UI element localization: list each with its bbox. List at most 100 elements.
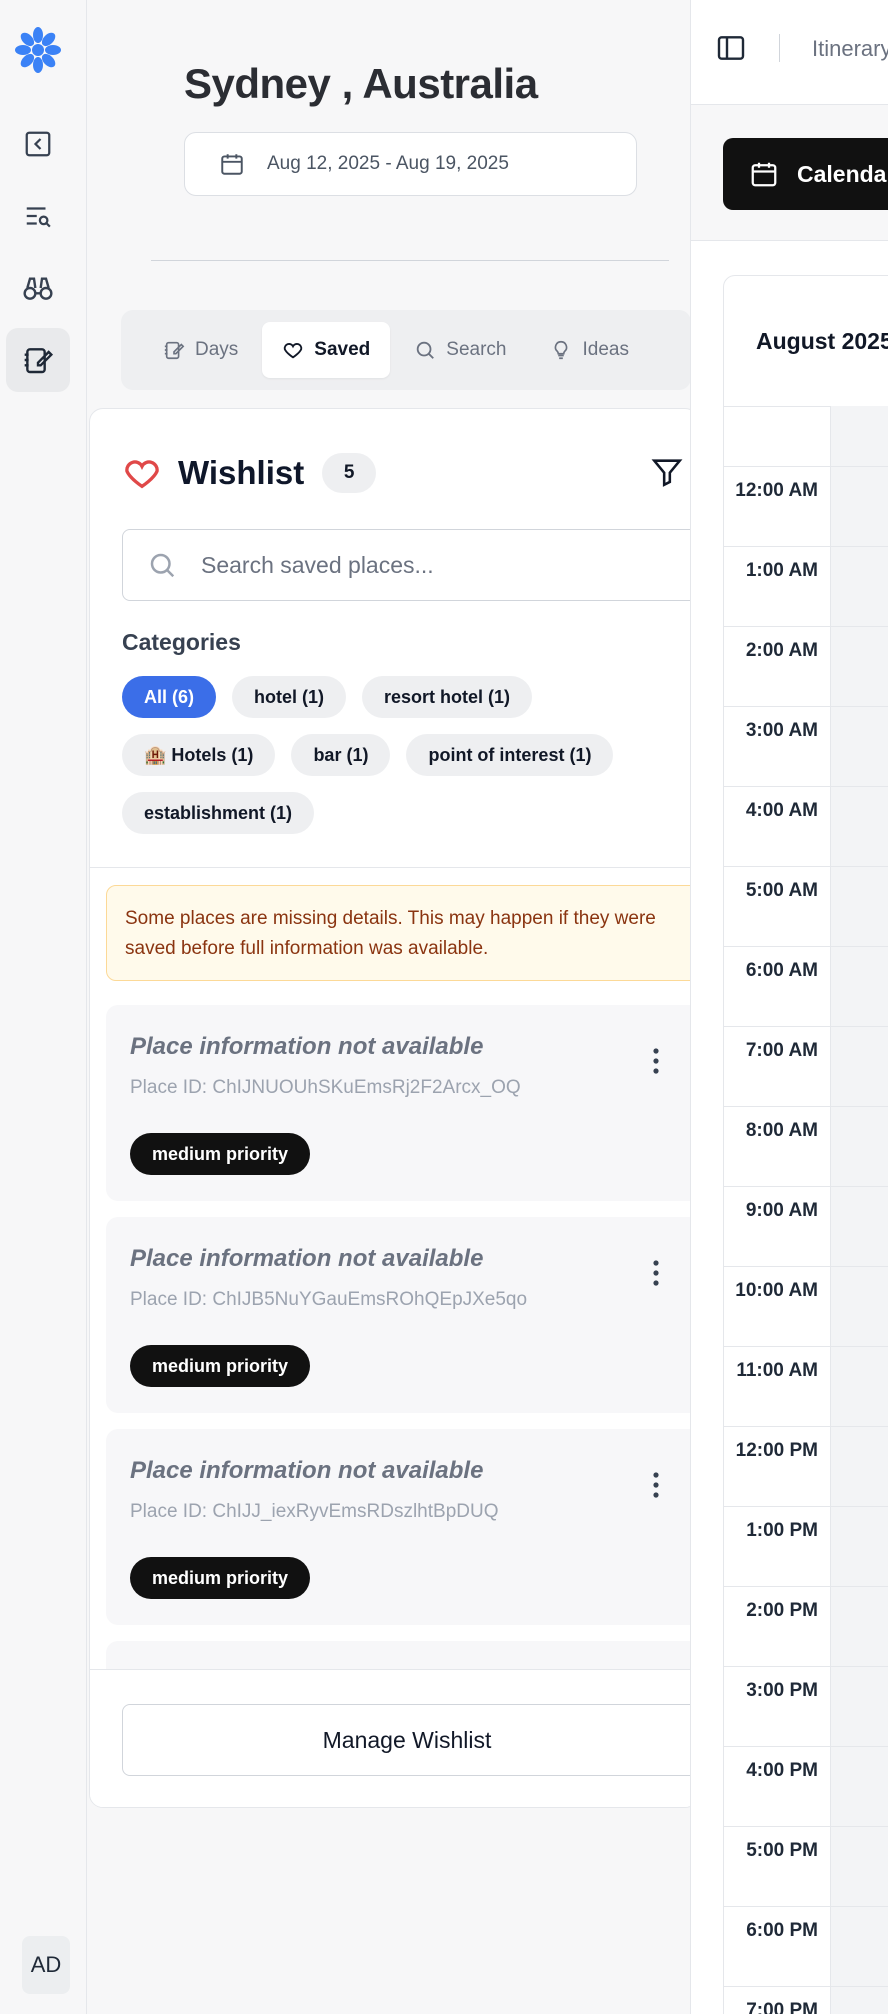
priority-badge: medium priority (130, 1345, 311, 1387)
wishlist-item[interactable]: Place information not available Place ID… (106, 1217, 690, 1413)
trip-city-title: Sydney , Australia (184, 60, 538, 107)
category-chip-bar[interactable]: bar (1) (291, 734, 391, 776)
time-slot[interactable]: 1:00 PM (724, 1506, 888, 1586)
trip-planner-button[interactable] (6, 328, 70, 392)
category-chip-hotel[interactable]: hotel (1) (232, 676, 347, 718)
wishlist-count-badge: 5 (322, 453, 377, 493)
time-label: 6:00 PM (746, 1920, 818, 1941)
time-label: 2:00 AM (745, 640, 818, 661)
priority-badge: medium priority (130, 1557, 311, 1599)
divider (779, 34, 780, 62)
time-slot[interactable]: 4:00 PM (724, 1746, 888, 1826)
time-label: 1:00 PM (746, 1520, 818, 1541)
calendar-view-button[interactable]: Calendar (723, 138, 888, 210)
more-vertical-icon (653, 1260, 659, 1286)
place-title: Place information not available (130, 1457, 484, 1484)
asterisk-logo-icon[interactable] (14, 26, 62, 74)
time-label: 6:00 AM (745, 960, 818, 981)
time-slot[interactable]: 12:00 AM (724, 466, 888, 546)
time-label: 1:00 AM (745, 560, 818, 581)
category-chip-establishment[interactable]: establishment (1) (122, 792, 315, 834)
time-label: 4:00 PM (746, 1760, 818, 1781)
tab-ideas[interactable]: Ideas (530, 322, 648, 378)
more-options-button[interactable] (644, 1257, 668, 1294)
time-label: 10:00 AM (735, 1280, 818, 1301)
calendar-view-label: Calendar (797, 160, 888, 187)
manage-wishlist-button[interactable]: Manage Wishlist (122, 1704, 690, 1776)
time-label: 3:00 AM (745, 720, 818, 741)
collapse-sidebar-button[interactable] (6, 112, 70, 176)
wishlist-footer: Manage Wishlist (90, 1669, 690, 1807)
priority-badge: medium priority (130, 1133, 311, 1175)
time-slot[interactable]: 7:00 PM (724, 1986, 888, 2014)
time-label: 5:00 AM (745, 880, 818, 901)
itinerary-panel: Itinerary Calendar August 2025 12:00 AM 1… (690, 0, 888, 2014)
category-chip-resort-hotel[interactable]: resort hotel (1) (362, 676, 533, 718)
filter-button[interactable] (650, 455, 684, 494)
time-slot[interactable]: 7:00 AM (724, 1026, 888, 1106)
time-label: 12:00 AM (735, 480, 818, 501)
wishlist-item[interactable]: Place information not available Place ID… (106, 1429, 690, 1625)
place-title: Place information not available (130, 1033, 484, 1060)
time-slot[interactable]: 5:00 PM (724, 1826, 888, 1906)
heart-outline-icon (125, 460, 159, 489)
tab-days[interactable]: Days (143, 322, 258, 378)
breadcrumb[interactable]: Itinerary (812, 36, 888, 62)
time-label: 9:00 AM (745, 1200, 818, 1221)
category-chips: All (6) hotel (1) resort hotel (1) 🏨 Hot… (122, 676, 682, 834)
search-list-icon (26, 207, 51, 228)
user-avatar[interactable]: AD (22, 1936, 70, 1994)
place-id: Place ID: ChIJJ_iexRyvEmsRDszlhtBpDUQ (130, 1501, 499, 1522)
category-chip-point-of-interest[interactable]: point of interest (1) (406, 734, 614, 776)
time-slot[interactable]: 11:00 AM (724, 1346, 888, 1426)
wishlist-item[interactable]: Place information not available Place ID… (106, 1005, 690, 1201)
toggle-sidebar-button[interactable] (715, 32, 747, 69)
time-slot[interactable]: 2:00 PM (724, 1586, 888, 1666)
time-slot[interactable]: 4:00 AM (724, 786, 888, 866)
more-vertical-icon (653, 1048, 659, 1074)
time-slot[interactable]: 6:00 PM (724, 1906, 888, 1986)
time-slot[interactable]: 12:00 PM (724, 1426, 888, 1506)
notebook-edit-icon (24, 348, 54, 374)
search-icon (417, 341, 435, 359)
time-slot[interactable]: 3:00 PM (724, 1666, 888, 1746)
collapse-icon (25, 131, 51, 157)
time-slot[interactable]: 6:00 AM (724, 946, 888, 1026)
place-id: Place ID: ChIJNUOUhSKuEmsRj2F2Arcx_OQ (130, 1077, 521, 1098)
lightbulb-icon (555, 340, 568, 360)
tab-ideas-label: Ideas (582, 339, 629, 360)
divider (90, 867, 690, 868)
more-options-button[interactable] (644, 1045, 668, 1082)
search-list-button[interactable] (6, 184, 70, 248)
category-chip-all[interactable]: All (6) (122, 676, 217, 718)
tab-search[interactable]: Search (394, 322, 526, 378)
filter-icon (651, 459, 683, 487)
explore-button[interactable] (6, 256, 70, 320)
place-title: Place information not available (130, 1245, 484, 1272)
wishlist-title: Wishlist (178, 454, 305, 491)
time-slot[interactable]: 8:00 AM (724, 1106, 888, 1186)
more-options-button[interactable] (644, 1469, 668, 1506)
more-vertical-icon (653, 1472, 659, 1498)
time-label: 11:00 AM (736, 1360, 818, 1381)
time-label: 5:00 PM (746, 1840, 818, 1861)
time-slot[interactable]: 3:00 AM (724, 706, 888, 786)
time-label: 2:00 PM (746, 1600, 818, 1621)
calendar-icon (751, 162, 777, 187)
wishlist-search-input[interactable] (201, 551, 641, 579)
category-chip-hotels[interactable]: 🏨 Hotels (1) (122, 734, 276, 776)
trip-panel: Sydney , Australia Aug 12, 2025 - Aug 19… (87, 0, 690, 2014)
time-slot[interactable]: 5:00 AM (724, 866, 888, 946)
heart-icon (284, 343, 303, 359)
tab-search-label: Search (446, 339, 507, 360)
date-range-picker[interactable]: Aug 12, 2025 - Aug 19, 2025 (184, 132, 637, 196)
time-slot[interactable]: 2:00 AM (724, 626, 888, 706)
categories-heading: Categories (122, 629, 241, 655)
tab-saved[interactable]: Saved (262, 322, 391, 378)
time-slot[interactable]: 10:00 AM (724, 1266, 888, 1346)
time-slot[interactable]: 1:00 AM (724, 546, 888, 626)
binoculars-icon (23, 277, 53, 300)
time-slot[interactable]: 9:00 AM (724, 1186, 888, 1266)
app-rail: AD (0, 0, 87, 2014)
divider (151, 260, 669, 261)
